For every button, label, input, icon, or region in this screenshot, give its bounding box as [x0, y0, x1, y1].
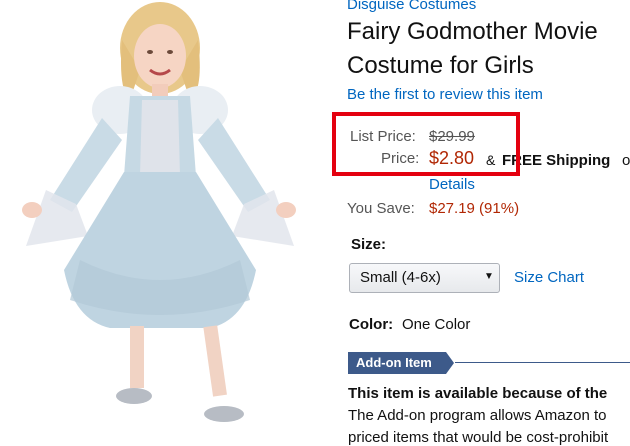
you-save-value: $27.19 (91%): [429, 200, 520, 217]
size-chart-link[interactable]: Size Chart: [514, 269, 584, 286]
color-label: Color:: [349, 316, 394, 333]
you-save-label: You Save:: [347, 200, 415, 217]
addon-divider: [455, 362, 630, 363]
review-link[interactable]: Be the first to review this item: [347, 86, 543, 103]
brand-link[interactable]: Disguise Costumes: [347, 0, 476, 13]
color-value: One Color: [402, 316, 471, 333]
chevron-down-icon: ▼: [484, 271, 494, 282]
price-highlight-box: [332, 112, 520, 176]
addon-badge-label: Add-on Item: [356, 355, 432, 370]
addon-heading: This item is available because of the: [348, 385, 608, 402]
details-link[interactable]: Details: [429, 176, 475, 193]
addon-item-badge: Add-on Item: [348, 352, 454, 374]
product-title-line-1: Fairy Godmother Movie: [347, 18, 598, 45]
product-title-line-2: Costume for Girls: [347, 52, 534, 79]
addon-text-line-1: The Add-on program allows Amazon to: [348, 407, 607, 424]
shipping-trailing-text: o: [622, 152, 630, 169]
size-dropdown[interactable]: Small (4-6x) ▼: [349, 263, 500, 293]
size-selected-value: Small (4-6x): [360, 269, 441, 286]
product-image[interactable]: [10, 0, 310, 438]
size-label: Size:: [351, 236, 387, 253]
girl-in-costume-illustration: [22, 2, 296, 422]
